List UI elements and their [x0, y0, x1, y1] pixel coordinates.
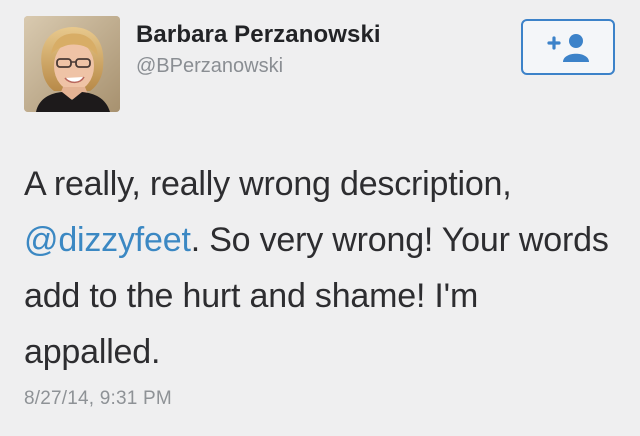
follow-button[interactable] — [521, 19, 615, 75]
author-handle[interactable]: @BPerzanowski — [136, 55, 283, 78]
add-user-icon — [547, 34, 589, 62]
tweet-text: A really, really wrong description, @diz… — [24, 156, 614, 380]
tweet-text-before-mention: A really, really wrong description, — [24, 165, 512, 203]
tweet-card: Barbara Perzanowski @BPerzanowski A real… — [0, 0, 640, 436]
person-portrait-photo-icon — [24, 16, 120, 112]
author-name[interactable]: Barbara Perzanowski — [136, 21, 381, 49]
author-avatar[interactable] — [24, 16, 120, 112]
mention-link[interactable]: @dizzyfeet — [24, 221, 191, 259]
tweet-timestamp[interactable]: 8/27/14, 9:31 PM — [24, 388, 172, 410]
